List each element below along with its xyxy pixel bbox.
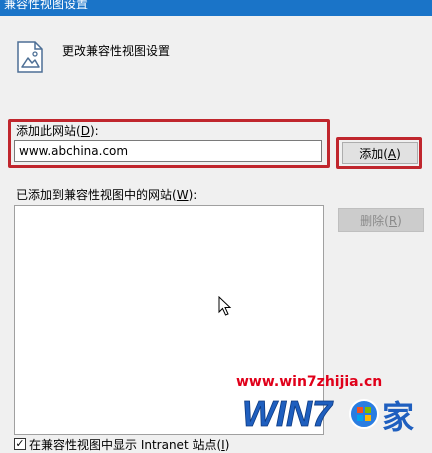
intranet-checkbox[interactable]: ✓	[14, 438, 26, 450]
add-button[interactable]: 添加(A)	[342, 142, 418, 164]
mouse-cursor-icon	[218, 296, 232, 316]
window-title: 兼容性视图设置	[4, 0, 89, 11]
remove-button[interactable]: 删除(R)	[338, 208, 424, 232]
site-list-label: 已添加到兼容性视图中的网站(W):	[16, 188, 198, 202]
add-site-label: 添加此网站(D):	[16, 124, 99, 138]
intranet-label: 在兼容性视图中显示 Intranet 站点(I)	[29, 437, 230, 452]
svg-text:WIN7: WIN7	[242, 393, 334, 434]
svg-text:家: 家	[382, 398, 414, 434]
page-image-icon	[17, 41, 43, 73]
watermark-logo: WIN7 家	[242, 393, 414, 434]
intranet-option[interactable]: ✓ 在兼容性视图中显示 Intranet 站点(I)	[14, 436, 229, 452]
add-site-input[interactable]	[14, 140, 322, 162]
header-title: 更改兼容性视图设置	[62, 44, 171, 58]
title-bar: 兼容性视图设置	[0, 0, 432, 16]
watermark-url: www.win7zhijia.cn	[236, 374, 383, 390]
